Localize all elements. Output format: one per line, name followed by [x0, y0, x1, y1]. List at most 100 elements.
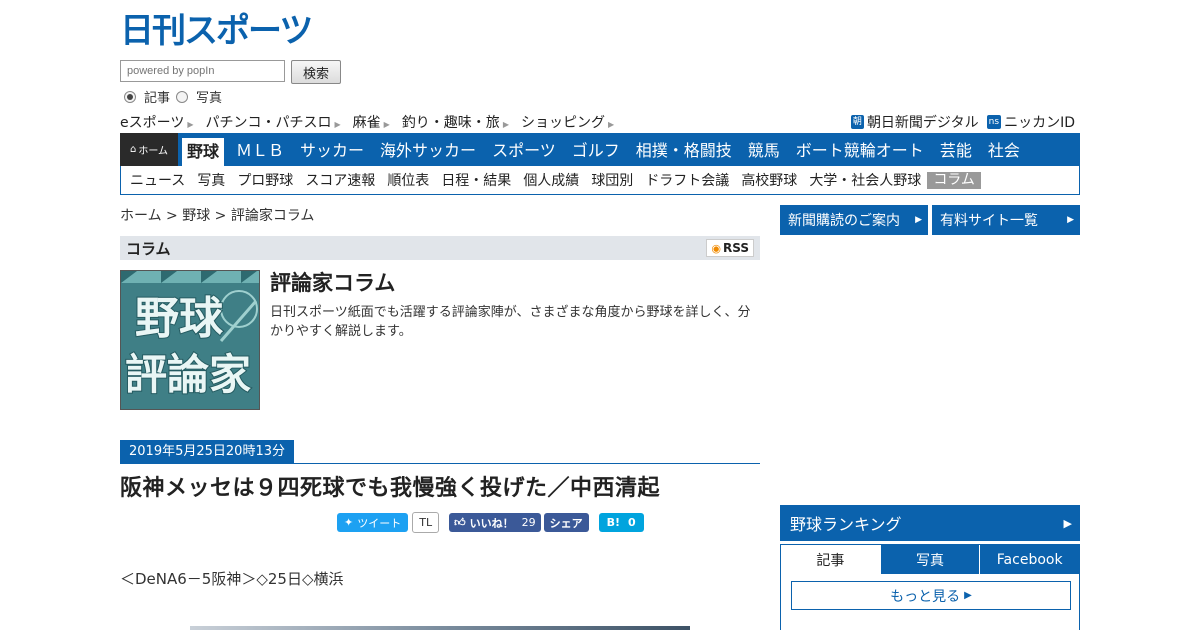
column-thumbnail[interactable]: 野球 評論家 [120, 270, 260, 410]
quick-link-fishing[interactable]: 釣り・趣味・旅 ▶ [402, 112, 509, 132]
paid-sites-button[interactable]: 有料サイト一覧 ▶ [932, 205, 1080, 235]
more-label: もっと見る [890, 588, 961, 605]
section-title: コラム [126, 239, 171, 258]
nav-sumo[interactable]: 相撲・格闘技 [628, 133, 740, 166]
subnav-score[interactable]: スコア速報 [299, 170, 381, 190]
nav-home[interactable]: ⌂ ホーム [120, 133, 178, 166]
subnav-standings[interactable]: 順位表 [381, 170, 435, 190]
ranking-title: 野球ランキング [790, 515, 902, 534]
article-date-bar: 2019年5月25日20時13分 [120, 440, 760, 464]
subnav-stats[interactable]: 個人成績 [517, 170, 585, 190]
radio-article-label: 記事 [144, 91, 171, 106]
arrow-icon: ▶ [383, 120, 390, 129]
breadcrumb[interactable]: ホーム > 野球 > 評論家コラム [120, 205, 314, 225]
quick-link-label: 麻雀 [352, 115, 381, 131]
asahi-badge-icon: 朝 [850, 115, 864, 129]
subnav-news[interactable]: ニュース [124, 170, 191, 190]
quick-link-shopping[interactable]: ショッピング ▶ [521, 112, 614, 132]
rss-button[interactable]: ◉ RSS [706, 239, 754, 257]
search-button[interactable]: 検索 [291, 60, 341, 84]
hatena-bookmark-button[interactable]: B! 0 [598, 513, 644, 532]
hatena-label: B! [606, 516, 620, 529]
nav-overseas-soccer[interactable]: 海外サッカー [372, 133, 484, 166]
ranking-body: もっと見る ▶ [780, 574, 1080, 630]
nikkan-id-label: ニッカンID [1004, 115, 1075, 131]
quick-link-label: パチンコ・パチスロ [205, 115, 332, 131]
subnav-schedule[interactable]: 日程・結果 [435, 170, 517, 190]
thumb-line2: 評論家 [125, 350, 251, 399]
arrow-icon: ▶ [187, 120, 194, 129]
site-logo[interactable]: 日刊スポーツ [120, 12, 320, 50]
subscription-button[interactable]: 新聞購読のご案内 ▶ [780, 205, 928, 235]
column-description: 日刊スポーツ紙面でも活躍する評論家陣が、さまざまな角度から野球を詳しく、分かりや… [270, 305, 751, 339]
game-info: ＜DeNA6－5阪神＞◇25日◇横浜 [120, 570, 344, 588]
logo-text: 日刊スポーツ [120, 11, 313, 51]
home-icon: ⌂ [129, 144, 137, 155]
ns-badge-icon: ns [986, 115, 1002, 129]
subnav-highschool[interactable]: 高校野球 [735, 170, 803, 190]
arrow-right-icon: ▶ [1067, 215, 1074, 225]
ranking-tab-photos[interactable]: 写真 [879, 545, 980, 574]
facebook-like-button[interactable]: 👍︎ いいね！ 29 [449, 513, 541, 532]
tl-button[interactable]: TL [412, 512, 440, 533]
quick-link-mahjong[interactable]: 麻雀 ▶ [353, 112, 390, 132]
nav-keiba[interactable]: 競馬 [740, 133, 788, 166]
quick-links: eスポーツ ▶ パチンコ・パチスロ ▶ 麻雀 ▶ 釣り・趣味・旅 ▶ ショッピング ▶ [120, 112, 626, 132]
nav-golf[interactable]: ゴルフ [564, 133, 628, 166]
column-title: 評論家コラム [270, 271, 396, 295]
quick-link-pachinko[interactable]: パチンコ・パチスロ ▶ [206, 112, 341, 132]
arrow-icon: ▶ [607, 120, 615, 129]
article-date: 2019年5月25日20時13分 [120, 440, 294, 464]
subscription-label: 新聞購読のご案内 [788, 213, 900, 229]
facebook-share-button[interactable]: シェア [543, 513, 589, 532]
sidebar-buttons: 新聞購読のご案内 ▶ 有料サイト一覧 ▶ [780, 205, 1080, 235]
asahi-link-label: 朝日新聞デジタル [866, 115, 979, 131]
subnav-draft[interactable]: ドラフト会議 [639, 170, 735, 190]
arrow-right-icon: ▶ [1063, 516, 1072, 530]
tweet-label: ツイート [357, 516, 402, 530]
radio-article[interactable] [124, 90, 136, 103]
subnav-college[interactable]: 大学・社会人野球 [803, 170, 927, 190]
more-button[interactable]: もっと見る ▶ [791, 581, 1071, 610]
ranking-header[interactable]: 野球ランキング ▶ [780, 505, 1080, 541]
search-type-radios: 記事 写真 [124, 87, 228, 106]
nav-soccer[interactable]: サッカー [292, 133, 372, 166]
main-nav: ⌂ ホーム 野球 ＭＬＢ サッカー 海外サッカー スポーツ ゴルフ 相撲・格闘技… [120, 133, 1080, 166]
like-label: いいね！ [469, 516, 514, 530]
subnav-teams[interactable]: 球団別 [585, 170, 639, 190]
tweet-button[interactable]: ✦ ツイート [337, 513, 409, 532]
nav-home-label: ホーム [138, 146, 169, 157]
social-buttons: ✦ ツイート TL 👍︎ いいね！ 29 シェア B! 0 [337, 512, 644, 533]
arrow-icon: ▶ [502, 120, 509, 129]
ranking-tab-facebook[interactable]: Facebook [979, 545, 1080, 574]
rss-label: RSS [723, 241, 749, 255]
quick-link-label: 釣り・趣味・旅 [401, 115, 500, 131]
article-headline: 阪神メッセは９四死球でも我慢強く投げた／中西清起 [120, 476, 661, 501]
nikkan-id-link[interactable]: ns ニッカンID [986, 112, 1075, 132]
subnav-photo[interactable]: 写真 [191, 170, 231, 190]
ranking-tab-articles[interactable]: 記事 [781, 545, 880, 574]
asahi-digital-link[interactable]: 朝朝日新聞デジタル [850, 112, 979, 132]
nav-entertainment[interactable]: 芸能 [932, 133, 980, 166]
sub-nav: ニュース 写真 プロ野球 スコア速報 順位表 日程・結果 個人成績 球団別 ドラ… [120, 166, 1080, 195]
nav-mlb[interactable]: ＭＬＢ [228, 133, 292, 166]
search-bar: 検索 [120, 60, 341, 84]
arrow-icon: ▶ [334, 120, 341, 129]
subnav-column[interactable]: コラム [927, 171, 981, 189]
like-count: 29 [521, 516, 536, 529]
nav-society[interactable]: 社会 [980, 133, 1028, 166]
quick-link-esports[interactable]: eスポーツ ▶ [120, 112, 194, 132]
subnav-pro-baseball[interactable]: プロ野球 [231, 170, 299, 190]
arrow-right-icon: ▶ [964, 590, 972, 601]
radio-photo[interactable] [176, 90, 189, 103]
twitter-bird-icon: ✦ [344, 516, 354, 529]
quick-link-label: eスポーツ [120, 115, 185, 131]
quick-link-label: ショッピング [520, 115, 605, 131]
nav-baseball[interactable]: 野球 [182, 138, 225, 166]
article-photo [190, 626, 690, 630]
hatena-count: 0 [627, 516, 636, 529]
search-input[interactable] [120, 60, 285, 82]
paid-sites-label: 有料サイト一覧 [940, 213, 1038, 229]
nav-sports[interactable]: スポーツ [484, 133, 564, 166]
nav-boat[interactable]: ボート競輪オート [788, 133, 932, 166]
